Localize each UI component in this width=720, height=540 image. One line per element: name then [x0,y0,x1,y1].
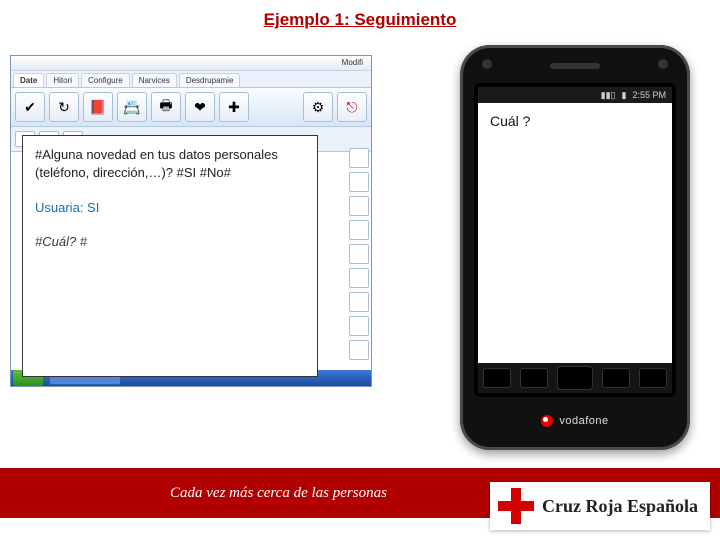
side-button[interactable] [349,268,369,288]
app-toolbar: ✔ ↻ 📕 📇 🖶 ❤ ✚ ⚙ ⎋ [11,88,371,127]
phone-softkeys [478,363,672,393]
phone-speaker-icon [550,63,600,69]
brand-name: Cruz Roja Española [542,496,698,517]
script-dialog: #Alguna novedad en tus datos personales … [22,135,318,377]
refresh-icon[interactable]: ↻ [49,92,79,122]
app-menubar: Modifi [11,56,371,71]
side-button[interactable] [349,340,369,360]
side-button[interactable] [349,172,369,192]
battery-icon: ▮ [622,90,627,101]
slide-title: Ejemplo 1: Seguimiento [0,0,720,30]
side-button[interactable] [349,316,369,336]
tab-history[interactable]: Hitori [46,73,79,87]
phone-screen-content: Cuál ? [478,103,672,363]
phone-message: Cuál ? [478,103,672,139]
app-side-toolbar [349,148,369,360]
check-icon[interactable]: ✔ [15,92,45,122]
heart-icon[interactable]: ❤ [185,92,215,122]
phone-sensor-icon [482,59,492,69]
phone-screen: ▮▮▯ ▮ 2:55 PM Cuál ? [474,83,676,397]
back-button[interactable] [483,368,511,388]
tab-services[interactable]: Narvices [132,73,177,87]
red-cross-icon [498,488,534,524]
print-icon[interactable]: 🖶 [151,92,181,122]
status-time: 2:55 PM [632,90,666,100]
exit-icon[interactable]: ⎋ [337,92,367,122]
tab-groups[interactable]: Desdrupamie [179,73,241,87]
signal-icon: ▮▮▯ [601,90,616,101]
menu-button[interactable] [520,368,548,388]
dialog-question: #Alguna novedad en tus datos personales … [35,146,305,181]
phone-statusbar: ▮▮▯ ▮ 2:55 PM [478,87,672,103]
app-header-label: Modifi [342,58,363,67]
brand-box: Cruz Roja Española [490,482,710,530]
search-button[interactable] [602,368,630,388]
side-button[interactable] [349,292,369,312]
phone-sensor-icon [658,59,668,69]
tab-date[interactable]: Date [13,73,44,87]
app-tabs: Date Hitori Configure Narvices Desdrupam… [11,71,371,88]
vodafone-icon [541,415,553,427]
home-button[interactable] [557,366,593,390]
options-button[interactable] [639,368,667,388]
dialog-user-response: Usuaria: SI [35,199,305,217]
side-button[interactable] [349,220,369,240]
side-button[interactable] [349,148,369,168]
phone-carrier: vodafone [460,397,690,445]
phone-top [460,45,690,83]
book-icon[interactable]: 📕 [83,92,113,122]
side-button[interactable] [349,196,369,216]
medical-icon[interactable]: ✚ [219,92,249,122]
tab-configure[interactable]: Configure [81,73,130,87]
carrier-label: vodafone [559,415,608,427]
side-button[interactable] [349,244,369,264]
gear-icon[interactable]: ⚙ [303,92,333,122]
footer-slogan: Cada vez más cerca de las personas [170,485,387,502]
phone-device: ▮▮▯ ▮ 2:55 PM Cuál ? vodafone [460,45,690,450]
card-icon[interactable]: 📇 [117,92,147,122]
dialog-followup: #Cuál? # [35,233,305,251]
